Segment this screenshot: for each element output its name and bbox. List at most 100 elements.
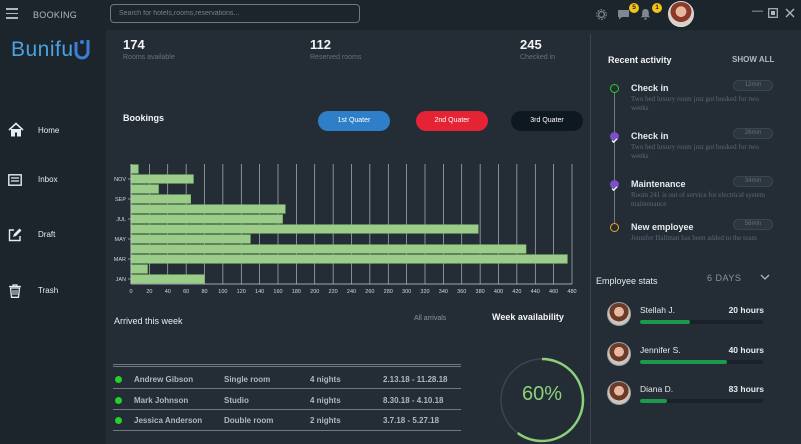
- divider: [590, 34, 591, 444]
- close-icon[interactable]: [785, 8, 795, 18]
- x-tick-label: 100: [218, 289, 227, 295]
- employee-progress-bar: [640, 360, 763, 364]
- stat-checked-in-label: Checked in: [520, 54, 556, 61]
- x-tick-label: 80: [201, 289, 207, 295]
- employee-hours: 40 hours: [728, 345, 764, 355]
- minimize-icon[interactable]: —: [752, 5, 763, 17]
- bookings-bar-chart: 0 20 40 60 80 100 120 140 160 180 200 220 240 260 280 3…: [114, 164, 577, 295]
- bar-nov: [130, 174, 194, 184]
- bar-jun: [130, 224, 479, 234]
- logo-mark-icon: [74, 40, 90, 60]
- x-tick-label: 300: [402, 289, 411, 295]
- activity-title: Check in: [631, 83, 669, 93]
- divider: [113, 364, 461, 365]
- y-tick-label: NOV: [114, 177, 126, 183]
- employee-avatar: [607, 381, 631, 405]
- divider: [113, 388, 461, 389]
- trash-icon: [9, 284, 21, 298]
- x-tick-label: 0: [129, 289, 132, 295]
- activity-time-badge: 34min: [733, 176, 773, 187]
- x-tick-label: 200: [310, 289, 319, 295]
- stat-rooms-available-label: Rooms available: [123, 54, 175, 61]
- employee-stats-title: Employee stats: [596, 276, 658, 286]
- x-tick-label: 260: [365, 289, 374, 295]
- x-tick-label: 480: [567, 289, 576, 295]
- status-dot: [115, 397, 122, 404]
- hamburger-menu-icon[interactable]: [6, 8, 18, 19]
- all-arrivals-link[interactable]: All arrivals: [414, 315, 446, 322]
- activity-title: Check in: [631, 131, 669, 141]
- maximize-icon[interactable]: [768, 8, 778, 18]
- bar-oct: [130, 184, 159, 194]
- x-tick-label: 340: [439, 289, 448, 295]
- nights: 2 nights: [310, 416, 341, 425]
- x-tick-label: 420: [512, 289, 521, 295]
- x-tick-label: 400: [494, 289, 503, 295]
- recent-activity-title: Recent activity: [608, 55, 672, 65]
- user-avatar[interactable]: [668, 1, 694, 27]
- bar-jan: [130, 274, 205, 284]
- room-type: Double room: [224, 416, 274, 425]
- employee-avatar: [607, 302, 631, 326]
- sidebar-item-label: Trash: [38, 286, 59, 295]
- second-quarter-button[interactable]: 2nd Quater: [416, 111, 488, 131]
- week-availability-value: 60%: [521, 383, 563, 405]
- bar-aug: [130, 204, 286, 214]
- divider: [113, 366, 461, 367]
- activity-description: Room 241 is out of service for electrica…: [631, 191, 766, 208]
- activity-time-badge: 26min: [733, 128, 773, 139]
- home-icon: [8, 122, 24, 137]
- bell-icon[interactable]: [640, 8, 651, 20]
- y-tick-label: JUL: [116, 217, 126, 223]
- bar-feb: [130, 264, 148, 274]
- chevron-down-icon[interactable]: [760, 272, 770, 282]
- stat-reserved-rooms-value: 112: [310, 37, 331, 52]
- x-tick-label: 440: [531, 289, 540, 295]
- chat-icon[interactable]: [617, 9, 630, 20]
- search-input[interactable]: [110, 4, 360, 23]
- sidebar-item-label: Draft: [38, 230, 56, 239]
- sidebar-item-draft[interactable]: Draft: [0, 219, 106, 251]
- top-bar: BOOKING 5 1 —: [0, 0, 801, 30]
- status-circle-icon: [610, 223, 619, 232]
- week-availability-title: Week availability: [492, 312, 564, 322]
- show-all-link[interactable]: SHOW ALL: [732, 55, 774, 64]
- stat-rooms-available-value: 174: [123, 37, 145, 52]
- y-tick-label: SEP: [115, 197, 126, 203]
- table-row[interactable]: Mark Johnson Studio 4 nights 8.30.18 - 4…: [113, 393, 461, 413]
- employee-avatar: [607, 342, 631, 366]
- divider: [113, 430, 461, 431]
- stat-checked-in-value: 245: [520, 37, 542, 52]
- employee-progress-bar: [640, 399, 763, 403]
- employee-progress-fill: [640, 399, 668, 403]
- table-row[interactable]: Andrew Gibson Single room 4 nights 2.13.…: [113, 372, 461, 392]
- bar-may: [130, 234, 251, 244]
- inbox-icon: [8, 174, 22, 186]
- dates: 3.7.18 - 5.27.18: [383, 416, 440, 425]
- y-tick-label: MAR: [114, 257, 126, 263]
- employee-name: Jennifer S.: [640, 345, 681, 355]
- x-tick-label: 220: [329, 289, 338, 295]
- check-circle-icon: [610, 180, 619, 192]
- activity-time-badge: 12min: [733, 80, 773, 91]
- status-dot: [115, 376, 122, 383]
- activity-title: New employee: [631, 222, 694, 232]
- x-tick-label: 20: [146, 289, 152, 295]
- x-tick-label: 160: [273, 289, 282, 295]
- third-quarter-button[interactable]: 3rd Quater: [511, 111, 583, 131]
- gear-icon[interactable]: [596, 9, 607, 20]
- dates: 8.30.18 - 4.10.18: [383, 396, 444, 405]
- activity-time-badge: 56min: [733, 219, 773, 230]
- room-type: Single room: [224, 375, 271, 384]
- bar-mar: [130, 254, 568, 264]
- sidebar-item-home[interactable]: Home: [0, 115, 106, 147]
- logo: Bunifu: [11, 38, 74, 61]
- sidebar-item-trash[interactable]: Trash: [0, 275, 106, 307]
- sidebar: Bunifu Home Inbox Draft Trash: [0, 30, 106, 444]
- first-quarter-button[interactable]: 1st Quater: [318, 111, 390, 131]
- notifications-badge: 1: [652, 3, 662, 13]
- employee-progress-fill: [640, 320, 691, 324]
- period-select[interactable]: 6 DAYS: [707, 273, 741, 283]
- sidebar-item-inbox[interactable]: Inbox: [0, 164, 106, 196]
- x-tick-label: 60: [183, 289, 189, 295]
